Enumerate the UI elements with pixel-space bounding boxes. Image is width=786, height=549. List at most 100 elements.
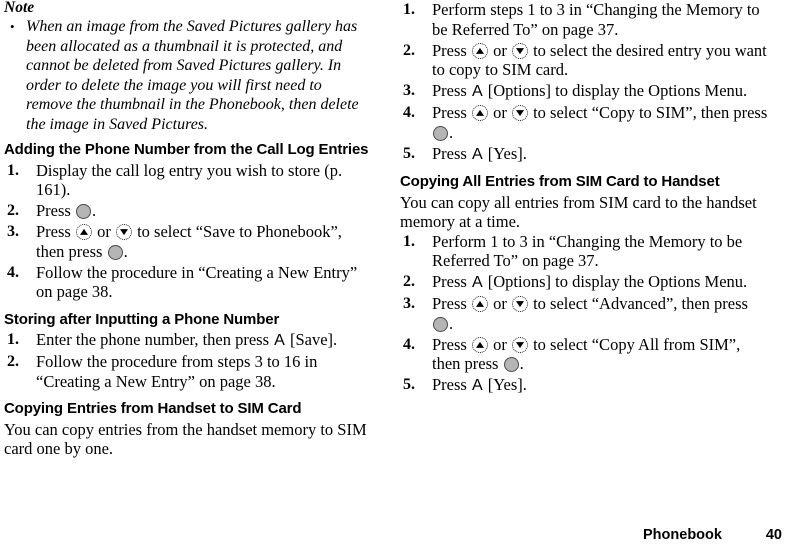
step-item: 3. Press or to select “Advanced”, then pr… (400, 294, 768, 333)
step-body: Follow the procedure from steps 3 to 16 … (36, 352, 372, 391)
down-triangle-icon (515, 47, 524, 54)
step-text: or (488, 294, 511, 313)
manual-page: Note • When an image from the Saved Pict… (0, 0, 786, 549)
section-heading: Adding the Phone Number from the Call Lo… (4, 141, 369, 158)
step-text: Enter the phone number, then press (36, 330, 274, 349)
left-column: Note • When an image from the Saved Pict… (4, 0, 372, 459)
step-text: Follow the procedure from steps 3 to 16 … (36, 352, 318, 391)
navigation-up-key-icon (471, 296, 488, 312)
step-body: Press or to select “Advanced”, then pres… (432, 294, 768, 333)
step-text: Press (432, 334, 471, 354)
step-number: 2. (403, 41, 415, 59)
step-item: 5. Press A [Yes]. (400, 144, 768, 165)
left-soft-key-icon: A (471, 83, 483, 100)
navigation-up-key-icon (471, 336, 488, 353)
right-sections: Copying All Entries from SIM Card to Han… (400, 173, 768, 396)
left-soft-key-icon: A (471, 274, 483, 291)
step-item: 3. Press A [Options] to display the Optio… (400, 81, 768, 102)
step-text: Press (432, 103, 471, 122)
step-list: 1. Enter the phone number, then press A [… (4, 330, 372, 391)
step-body: Display the call log entry you wish to s… (36, 161, 372, 200)
center-select-key-icon (433, 316, 448, 332)
step-number: 4. (7, 263, 19, 281)
up-triangle-icon (79, 228, 88, 235)
down-triangle-icon (515, 110, 524, 117)
up-triangle-icon (475, 341, 484, 348)
step-text: Press (432, 143, 471, 163)
step-text: Press (432, 375, 471, 394)
step-text: [Save]. (285, 330, 338, 349)
up-triangle-icon (475, 47, 484, 54)
navigation-down-key-icon (115, 224, 132, 240)
step-body: Enter the phone number, then press A [Sa… (36, 330, 372, 351)
step-number: 5. (403, 144, 415, 162)
up-triangle-icon (475, 300, 484, 307)
step-text: Press (432, 40, 471, 60)
up-triangle-icon (475, 109, 484, 116)
step-text: [Yes]. (483, 143, 527, 163)
footer-page-number: 40 (765, 527, 782, 543)
step-item: 1. Enter the phone number, then press A [… (4, 330, 372, 351)
navigation-up-key-icon (75, 224, 92, 240)
step-item: 1. Perform 1 to 3 in “Changing the Memory… (400, 232, 768, 271)
continued-step-list: 1. Perform steps 1 to 3 in “Changing the … (400, 0, 768, 164)
step-text: . (91, 201, 97, 220)
step-body: Press A [Options] to display the Options… (432, 272, 768, 293)
navigation-down-key-icon (511, 42, 528, 59)
section-heading: Storing after Inputting a Phone Number (4, 310, 280, 328)
step-item: 2. Press A [Options] to display the Optio… (400, 272, 768, 293)
step-text: or (488, 334, 511, 354)
step-item: 2. Press or to select the desired entry y… (400, 41, 768, 80)
step-text: to select “Advanced”, then press (528, 294, 748, 313)
step-text: or (488, 103, 511, 122)
step-body: Press A [Yes]. (432, 375, 768, 396)
navigation-down-key-icon (511, 296, 528, 312)
step-item: 2. Press . (4, 201, 372, 221)
step-item: 5. Press A [Yes]. (400, 375, 768, 396)
section-heading: Copying All Entries from SIM Card to Han… (400, 173, 720, 190)
note-heading: Note (4, 0, 35, 16)
step-body: Press A [Options] to display the Options… (432, 81, 768, 102)
center-select-key-icon (433, 125, 448, 141)
step-body: Press or to select “Copy to SIM”, then p… (432, 103, 768, 142)
step-number: 2. (7, 202, 19, 219)
step-number: 1. (7, 331, 19, 348)
step-number: 2. (7, 353, 19, 370)
note-bullet-item: • When an image from the Saved Pictures … (4, 17, 372, 134)
page-footer: Phonebook 40 (0, 527, 782, 543)
step-number: 1. (403, 232, 415, 250)
step-body: Press or to select “Save to Phonebook”, … (36, 222, 372, 261)
left-soft-key-icon: A (471, 377, 483, 394)
step-number: 3. (403, 295, 415, 312)
step-list: 1. Display the call log entry you wish to… (4, 161, 372, 302)
section-intro-paragraph: You can copy all entries from SIM card t… (400, 192, 757, 232)
step-number: 3. (403, 82, 415, 99)
navigation-down-key-icon (511, 105, 528, 121)
footer-section-name: Phonebook (643, 527, 722, 543)
step-body: Press . (36, 201, 372, 221)
down-triangle-icon (515, 341, 524, 348)
step-item: 1. Display the call log entry you wish to… (4, 161, 372, 200)
step-text: to select “Copy to SIM”, then press (528, 103, 768, 122)
step-text: . (123, 241, 128, 261)
step-item: 2. Follow the procedure from steps 3 to 1… (4, 352, 372, 391)
left-soft-key-icon: A (471, 145, 483, 163)
center-select-key-icon (107, 244, 123, 260)
bullet-marker: • (10, 19, 15, 34)
center-select-key-icon (503, 357, 519, 372)
step-body: Follow the procedure in “Creating a New … (36, 263, 372, 302)
step-item: 3. Press or to select “Save to Phonebook”… (4, 222, 372, 261)
left-sections: Adding the Phone Number from the Call Lo… (4, 141, 372, 459)
left-soft-key-icon: A (274, 332, 285, 349)
step-text: Press (432, 81, 471, 100)
note-text: When an image from the Saved Pictures ga… (26, 18, 359, 133)
step-body: Press or to select “Copy All from SIM”, … (432, 335, 768, 374)
note-block: Note • When an image from the Saved Pict… (4, 0, 372, 134)
step-text: . (519, 354, 524, 373)
step-text: or (488, 40, 511, 60)
section-intro-paragraph: You can copy entries from the handset me… (4, 419, 367, 459)
step-text: Press (432, 272, 471, 291)
step-list: 1. Perform 1 to 3 in “Changing the Memory… (400, 232, 768, 396)
step-body: Press A [Yes]. (432, 144, 768, 165)
step-body: Perform steps 1 to 3 in “Changing the Me… (432, 0, 768, 39)
